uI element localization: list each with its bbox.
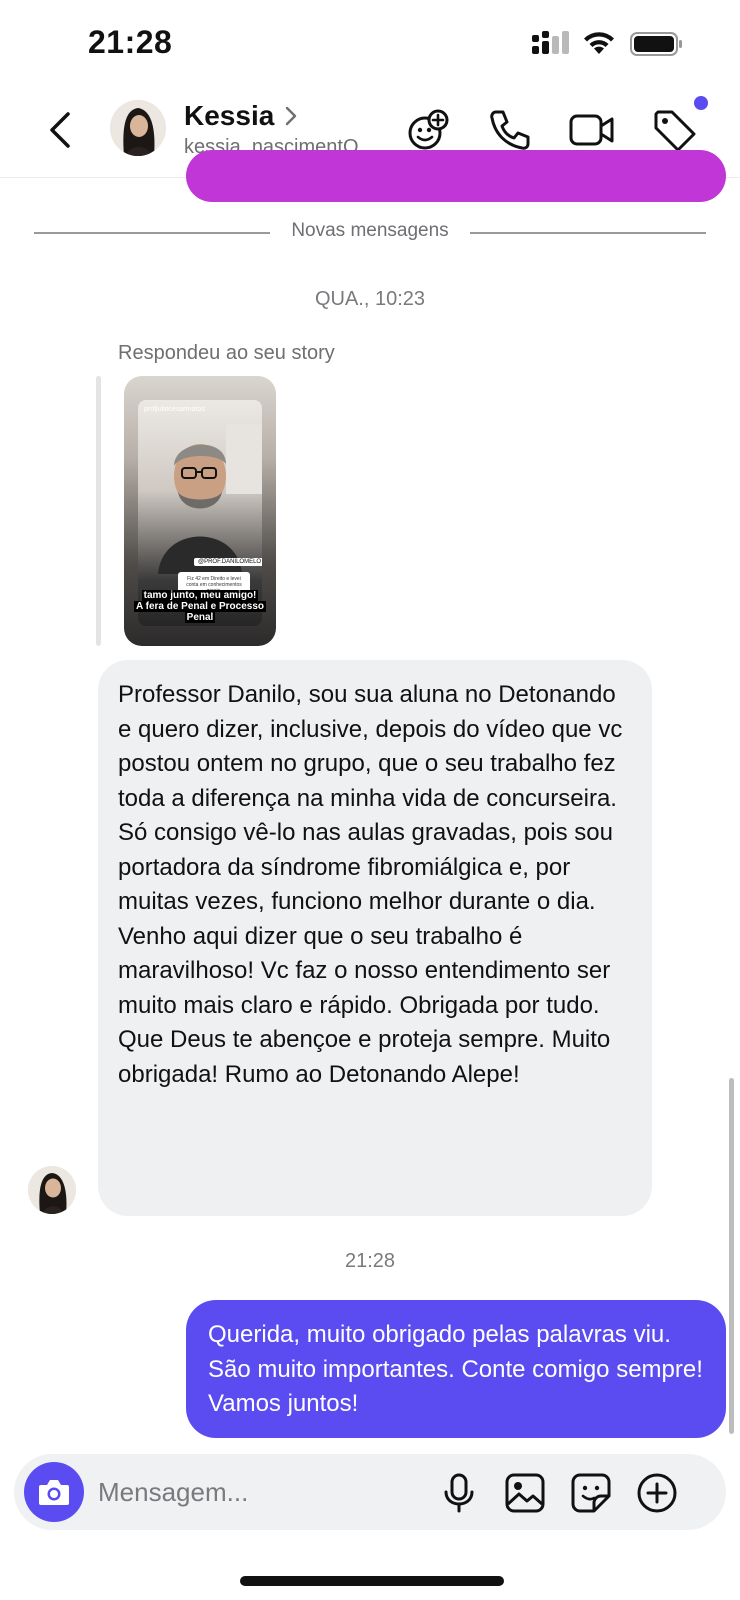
new-messages-divider: Novas mensagens xyxy=(34,218,706,246)
timestamp: QUA., 10:23 xyxy=(314,288,426,310)
message-input[interactable] xyxy=(98,1470,428,1514)
scrollbar[interactable] xyxy=(729,1078,734,1434)
story-thumbnail[interactable]: profjuliocesarmatos @PROF.DANILOMELO Fiz… xyxy=(124,376,276,646)
tag-icon[interactable] xyxy=(650,106,698,154)
story-caption-line: Penal xyxy=(184,612,216,623)
notification-dot xyxy=(694,96,708,110)
status-time: 21:28 xyxy=(88,24,173,60)
camera-icon xyxy=(39,1480,69,1505)
outgoing-message-text: Querida, muito obrigado pelas palavras v… xyxy=(208,1321,703,1417)
story-caption-line: A fera de Penal e Processo xyxy=(133,601,267,612)
gallery-icon[interactable] xyxy=(504,1472,546,1514)
sender-avatar[interactable] xyxy=(28,1166,76,1214)
sticker-icon[interactable] xyxy=(570,1472,612,1514)
video-icon[interactable] xyxy=(568,106,616,154)
contact-name-row[interactable]: Kessia xyxy=(184,100,298,132)
home-indicator[interactable] xyxy=(240,1576,504,1586)
chevron-right-icon xyxy=(286,106,297,126)
reply-quote-bar xyxy=(96,376,101,646)
divider-line-right xyxy=(470,232,706,234)
story-mention-tag: @PROF.DANILOMELO xyxy=(194,558,262,566)
camera-button[interactable] xyxy=(24,1462,84,1522)
cellular-signal-icon xyxy=(532,31,569,54)
microphone-icon[interactable] xyxy=(438,1472,480,1514)
effects-plus-icon[interactable] xyxy=(404,106,452,154)
plus-circle-icon[interactable] xyxy=(636,1472,678,1514)
incoming-message-text: Professor Danilo, sou sua aluna no Deton… xyxy=(118,681,623,1088)
person-figure xyxy=(158,424,262,574)
previous-message-bubble[interactable] xyxy=(186,150,726,202)
incoming-message-bubble[interactable]: Professor Danilo, sou sua aluna no Deton… xyxy=(98,660,652,1216)
divider-label: Novas mensagens xyxy=(291,220,449,241)
timestamp: 21:28 xyxy=(344,1250,396,1272)
battery-icon xyxy=(630,32,682,56)
wifi-icon xyxy=(584,32,614,54)
phone-icon[interactable] xyxy=(486,106,534,154)
story-caption: tamo junto, meu amigo! A fera de Penal e… xyxy=(124,590,276,623)
story-reply-label: Respondeu ao seu story xyxy=(118,342,335,364)
avatar[interactable] xyxy=(110,100,166,156)
story-account: profjuliocesarmatos xyxy=(144,406,205,413)
chevron-left-icon[interactable] xyxy=(44,106,78,154)
status-bar: 21:28 xyxy=(0,0,740,80)
outgoing-message-bubble[interactable]: Querida, muito obrigado pelas palavras v… xyxy=(186,1300,726,1438)
story-caption-line: tamo junto, meu amigo! xyxy=(141,590,259,601)
contact-name[interactable]: Kessia xyxy=(184,100,274,132)
message-composer xyxy=(14,1454,726,1530)
